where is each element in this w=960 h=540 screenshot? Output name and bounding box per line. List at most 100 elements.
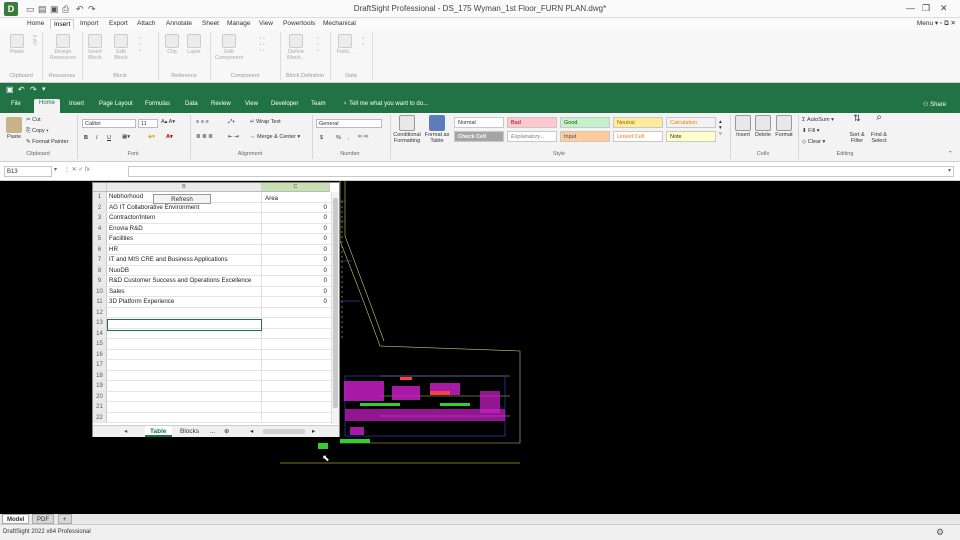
layer-button[interactable]: Layer (184, 34, 204, 55)
align-left-icon[interactable]: ≣ ≣ ≣ (196, 134, 213, 140)
tab-home[interactable]: Home (24, 19, 47, 28)
cell-c[interactable] (262, 381, 330, 391)
style-input[interactable]: Input (560, 131, 610, 142)
cell-b[interactable]: NuoDB (107, 265, 262, 275)
indent-icon[interactable]: ⇤ ⇥ (228, 134, 239, 140)
find-select-button[interactable]: ⌕ Find & Select (868, 113, 890, 145)
tab-home[interactable]: Home (34, 99, 61, 113)
tab-view[interactable]: View (256, 19, 276, 28)
tab-export[interactable]: Export (106, 19, 131, 28)
cell-b[interactable] (107, 307, 262, 317)
cell-b[interactable]: R&D Customer Success and Operations Exce… (107, 276, 262, 286)
tab-data[interactable]: Data (180, 100, 203, 108)
restore-icon[interactable]: ❐ (922, 3, 930, 14)
style-bad[interactable]: Bad (507, 117, 557, 128)
clear-button[interactable]: ◇ Clear ▾ (802, 139, 825, 145)
row-number[interactable]: 12 (93, 307, 107, 317)
row-number[interactable]: 21 (93, 402, 107, 412)
define-block-button[interactable]: Define Block... (284, 34, 308, 61)
row-number[interactable]: 5 (93, 234, 107, 244)
styles-scroll-icon[interactable]: ▴ ▾ ▿ (719, 119, 722, 137)
cell-c[interactable]: 0 (262, 224, 330, 234)
cell-c[interactable] (262, 413, 330, 423)
design-resources-button[interactable]: Design Resources (46, 34, 80, 61)
add-sheet-icon[interactable]: ⊕ (219, 426, 234, 437)
cell-b[interactable]: Sales (107, 286, 262, 296)
scroll-left-icon[interactable]: ◂ (245, 426, 258, 437)
save-icon[interactable]: ▣ (6, 85, 14, 94)
cell-b[interactable] (107, 339, 262, 349)
cell-b[interactable]: HR (107, 244, 262, 254)
copy-button[interactable]: ⎘ Copy ▾ (26, 128, 49, 135)
clip-button[interactable]: Clip (162, 34, 182, 55)
tab-annotate[interactable]: Annotate (163, 19, 195, 28)
tab-developer[interactable]: Developer (266, 100, 303, 108)
cell-c[interactable]: 0 (262, 245, 330, 255)
row-number[interactable]: 4 (93, 223, 107, 233)
borders-icon[interactable]: ▦▾ (122, 134, 130, 140)
tab-powertools[interactable]: Powertools (280, 19, 318, 28)
tab-sheet[interactable]: Sheet (199, 19, 222, 28)
tab-review[interactable]: Review (206, 100, 236, 108)
share-button[interactable]: ⚇ Share (918, 100, 951, 109)
style-neutral[interactable]: Neutral (613, 117, 663, 128)
cell-b[interactable] (107, 360, 262, 370)
undo-icon[interactable]: ↶ (18, 85, 25, 94)
row-number[interactable]: 2 (93, 202, 107, 212)
sort-filter-button[interactable]: ⇅ Sort & Filter (846, 114, 868, 145)
cell-c[interactable]: 0 (262, 266, 330, 276)
cell-c[interactable] (262, 402, 330, 412)
row-number[interactable]: 10 (93, 286, 107, 296)
fill-button[interactable]: ⬇ Fill ▾ (802, 128, 819, 134)
cell-c[interactable]: 0 (262, 234, 330, 244)
percent-button[interactable]: % (336, 135, 341, 141)
tab-import[interactable]: Import (77, 19, 101, 28)
close-icon[interactable]: ✕ (940, 3, 948, 14)
cell-b[interactable] (107, 381, 262, 391)
namebox-dropdown-icon[interactable]: ▾ (54, 166, 57, 173)
cell-b[interactable]: IT and MIS CRE and Business Applications (107, 255, 262, 265)
cell-c[interactable]: 0 (262, 287, 330, 297)
refresh-button[interactable]: Refresh (153, 194, 211, 204)
horizontal-scrollbar[interactable] (263, 429, 305, 434)
cell-c[interactable] (262, 329, 330, 339)
row-number[interactable]: 1 (93, 192, 107, 202)
insert-block-button[interactable]: Insert Block (84, 34, 106, 61)
font-grow-icon[interactable]: A▴ A▾ (161, 119, 175, 125)
number-format-select[interactable]: General (316, 119, 382, 128)
style-good[interactable]: Good (560, 117, 610, 128)
italic-button[interactable]: I (96, 135, 98, 141)
scroll-thumb[interactable] (333, 198, 338, 408)
row-number[interactable]: 9 (93, 276, 107, 286)
cell-c[interactable]: 0 (262, 276, 330, 286)
format-cells-button[interactable]: Format (774, 115, 794, 138)
redo-icon[interactable]: ↷ (30, 85, 37, 94)
tab-mechanical[interactable]: Mechanical (320, 19, 359, 28)
row-number[interactable]: 8 (93, 265, 107, 275)
scroll-right-icon[interactable]: ▸ (307, 426, 320, 437)
font-color-icon[interactable]: A▾ (166, 134, 173, 140)
style-linked-cell[interactable]: Linked Cell (613, 131, 663, 142)
row-number[interactable]: 15 (93, 339, 107, 349)
row-number[interactable]: 20 (93, 391, 107, 401)
style-normal[interactable]: Normal (454, 117, 504, 128)
row-number[interactable]: 14 (93, 328, 107, 338)
font-size-select[interactable]: 11 (138, 119, 158, 128)
cell-b[interactable]: 3D Platform Experience (107, 297, 262, 307)
cut-copy-buttons[interactable]: ✂ ⎘ (30, 34, 40, 46)
wrap-text-button[interactable]: ↵ Wrap Text (250, 119, 281, 125)
add-layout-icon[interactable]: + (58, 514, 72, 524)
currency-button[interactable]: $ (320, 135, 323, 141)
cell-c[interactable] (262, 308, 330, 318)
row-number[interactable]: 13 (93, 318, 107, 328)
window-controls-icon[interactable]: ▫ ⧉ ✕ (940, 20, 956, 27)
cell-c[interactable] (262, 318, 330, 328)
tab-attach[interactable]: Attach (134, 19, 158, 28)
orientation-icon[interactable]: ⤢▾ (228, 119, 235, 126)
underline-button[interactable]: U (107, 135, 111, 141)
tab-view[interactable]: View (240, 100, 263, 108)
collapse-ribbon-icon[interactable]: ⌃ (948, 151, 953, 157)
row-number[interactable]: 17 (93, 360, 107, 370)
tab-insert[interactable]: Insert (50, 19, 75, 29)
cell-c[interactable] (262, 350, 330, 360)
